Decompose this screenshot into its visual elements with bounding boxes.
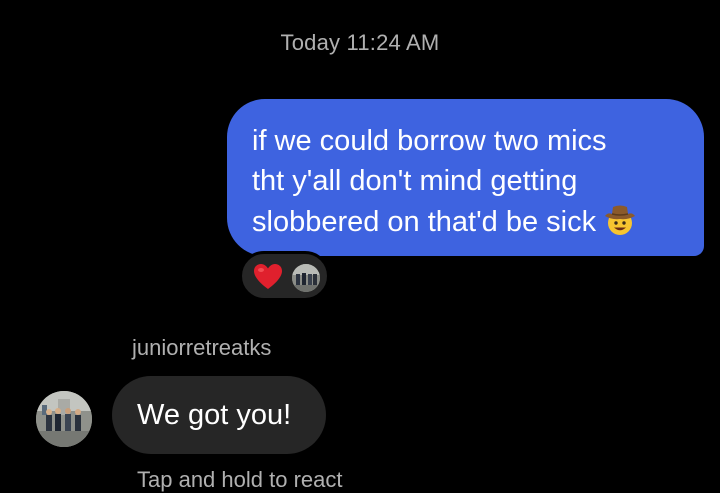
sent-message-line-1: if we could borrow two mics [252,125,607,157]
cowboy-hat-face-icon [602,201,638,237]
chat-thread: Today 11:24 AM if we could borrow two mi… [0,0,720,493]
tap-hold-hint: Tap and hold to react [137,467,343,492]
sent-message-bubble[interactable]: if we could borrow two mics tht y'all do… [227,99,704,256]
reactor-avatar [292,264,320,292]
sender-username: juniorretreatks [132,335,272,360]
sent-message-line-3: slobbered on that'd be sick [252,206,597,238]
sent-message-line-2: tht y'all don't mind getting [252,165,578,197]
received-message-text: We got you! [137,399,292,431]
sent-message-line-3-wrap: slobbered on that'd be sick [252,201,680,242]
sender-avatar[interactable] [36,391,92,447]
message-timestamp: Today 11:24 AM [280,30,440,55]
message-reactions[interactable] [239,251,330,301]
received-message-bubble[interactable]: We got you! [112,376,326,454]
heart-icon [253,263,283,291]
